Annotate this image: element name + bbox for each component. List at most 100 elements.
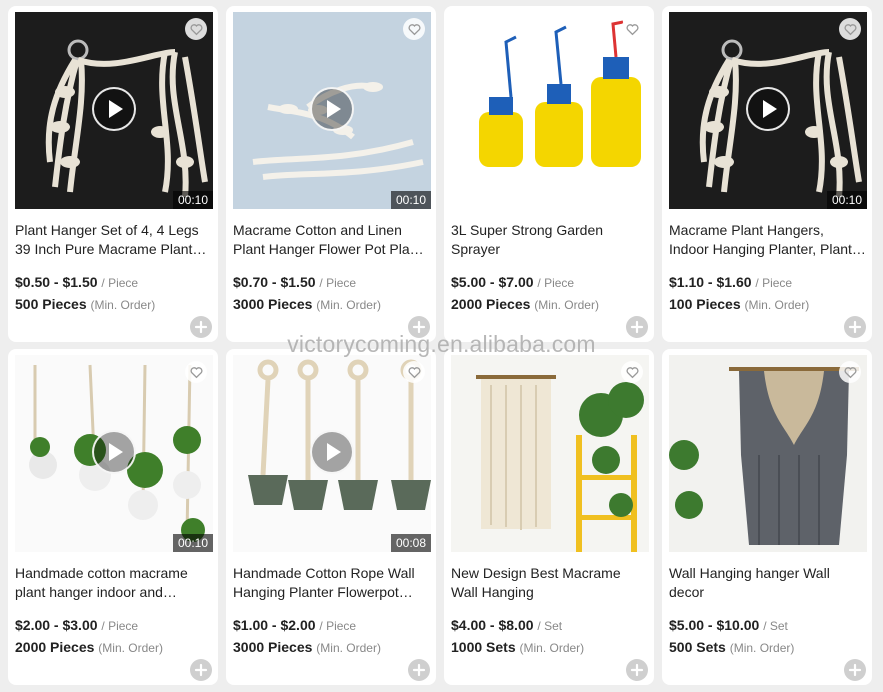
- favorite-button[interactable]: [839, 18, 861, 40]
- play-video-icon[interactable]: [746, 87, 790, 131]
- product-image[interactable]: 00:08: [233, 355, 431, 552]
- product-price: $4.00 - $8.00 / Set: [451, 617, 562, 633]
- product-title[interactable]: Macrame Plant Hangers, Indoor Hanging Pl…: [669, 221, 867, 259]
- price-unit: / Piece: [319, 619, 357, 633]
- product-card[interactable]: 00:10 Macrame Plant Hangers, Indoor Hang…: [662, 6, 872, 342]
- product-image[interactable]: 00:10: [669, 12, 867, 209]
- min-order: 2000 Pieces (Min. Order): [15, 639, 163, 655]
- price-range: $5.00 - $7.00: [451, 274, 534, 290]
- add-to-list-button[interactable]: [844, 316, 866, 338]
- product-title[interactable]: Wall Hanging hanger Wall decor: [669, 564, 867, 602]
- add-to-list-button[interactable]: [190, 659, 212, 681]
- product-photo: [669, 355, 867, 552]
- heart-icon: [844, 23, 856, 35]
- product-price: $0.50 - $1.50 / Piece: [15, 274, 138, 290]
- min-order: 3000 Pieces (Min. Order): [233, 296, 381, 312]
- product-grid: 00:10 Plant Hanger Set of 4, 4 Legs 39 I…: [8, 6, 872, 685]
- product-image[interactable]: [451, 355, 649, 552]
- price-unit: / Piece: [101, 276, 139, 290]
- min-order-note: (Min. Order): [534, 298, 599, 312]
- play-video-icon[interactable]: [310, 430, 354, 474]
- price-unit: / Set: [537, 619, 563, 633]
- product-card[interactable]: 3L Super Strong Garden Sprayer $5.00 - $…: [444, 6, 654, 342]
- favorite-button[interactable]: [839, 361, 861, 383]
- min-order-note: (Min. Order): [90, 298, 156, 312]
- play-video-icon[interactable]: [92, 430, 136, 474]
- plus-icon: [194, 663, 208, 677]
- heart-icon: [190, 23, 202, 35]
- heart-icon: [626, 23, 638, 35]
- price-range: $5.00 - $10.00: [669, 617, 760, 633]
- favorite-button[interactable]: [621, 18, 643, 40]
- price-unit: / Piece: [537, 276, 575, 290]
- product-title[interactable]: 3L Super Strong Garden Sprayer: [451, 221, 649, 259]
- video-duration: 00:10: [826, 191, 867, 209]
- price-range: $0.70 - $1.50: [233, 274, 316, 290]
- favorite-button[interactable]: [185, 18, 207, 40]
- product-card[interactable]: 00:08 Handmade Cotton Rope Wall Hanging …: [226, 349, 436, 685]
- product-title[interactable]: Handmade Cotton Rope Wall Hanging Plante…: [233, 564, 431, 602]
- price-range: $2.00 - $3.00: [15, 617, 98, 633]
- product-price: $0.70 - $1.50 / Piece: [233, 274, 356, 290]
- product-title[interactable]: New Design Best Macrame Wall Hanging: [451, 564, 649, 602]
- plus-icon: [848, 663, 862, 677]
- plus-icon: [848, 320, 862, 334]
- product-card[interactable]: 00:10 Macrame Cotton and Linen Plant Han…: [226, 6, 436, 342]
- heart-icon: [408, 23, 420, 35]
- price-range: $1.00 - $2.00: [233, 617, 316, 633]
- add-to-list-button[interactable]: [408, 316, 430, 338]
- product-image[interactable]: 00:10: [233, 12, 431, 209]
- min-order-quantity: 2000 Pieces: [15, 639, 95, 655]
- min-order-quantity: 2000 Pieces: [451, 296, 531, 312]
- add-to-list-button[interactable]: [190, 316, 212, 338]
- plus-icon: [630, 320, 644, 334]
- heart-icon: [408, 366, 420, 378]
- product-title[interactable]: Macrame Cotton and Linen Plant Hanger Fl…: [233, 221, 431, 259]
- min-order-quantity: 500 Pieces: [15, 296, 87, 312]
- product-price: $2.00 - $3.00 / Piece: [15, 617, 138, 633]
- product-card[interactable]: 00:10 Handmade cotton macrame plant hang…: [8, 349, 218, 685]
- price-unit: / Piece: [319, 276, 357, 290]
- video-duration: 00:08: [390, 534, 431, 552]
- add-to-list-button[interactable]: [844, 659, 866, 681]
- product-image[interactable]: 00:10: [15, 12, 213, 209]
- min-order: 500 Pieces (Min. Order): [15, 296, 155, 312]
- play-video-icon[interactable]: [92, 87, 136, 131]
- product-price: $1.10 - $1.60 / Piece: [669, 274, 792, 290]
- product-card[interactable]: 00:10 Plant Hanger Set of 4, 4 Legs 39 I…: [8, 6, 218, 342]
- favorite-button[interactable]: [403, 18, 425, 40]
- min-order: 3000 Pieces (Min. Order): [233, 639, 381, 655]
- price-range: $1.10 - $1.60: [669, 274, 752, 290]
- product-photo: [451, 355, 649, 552]
- min-order: 2000 Pieces (Min. Order): [451, 296, 599, 312]
- price-unit: / Piece: [101, 619, 139, 633]
- favorite-button[interactable]: [621, 361, 643, 383]
- price-range: $4.00 - $8.00: [451, 617, 534, 633]
- product-image[interactable]: [451, 12, 649, 209]
- product-price: $1.00 - $2.00 / Piece: [233, 617, 356, 633]
- favorite-button[interactable]: [403, 361, 425, 383]
- price-unit: / Set: [763, 619, 788, 633]
- add-to-list-button[interactable]: [626, 659, 648, 681]
- plus-icon: [194, 320, 208, 334]
- product-image[interactable]: 00:10: [15, 355, 213, 552]
- min-order-note: (Min. Order): [519, 641, 585, 655]
- min-order-quantity: 3000 Pieces: [233, 296, 313, 312]
- min-order-quantity: 1000 Sets: [451, 639, 516, 655]
- min-order-note: (Min. Order): [316, 641, 381, 655]
- min-order-quantity: 3000 Pieces: [233, 639, 313, 655]
- product-title[interactable]: Plant Hanger Set of 4, 4 Legs 39 Inch Pu…: [15, 221, 213, 259]
- add-to-list-button[interactable]: [408, 659, 430, 681]
- product-title[interactable]: Handmade cotton macrame plant hanger ind…: [15, 564, 213, 602]
- heart-icon: [626, 366, 638, 378]
- add-to-list-button[interactable]: [626, 316, 648, 338]
- product-image[interactable]: [669, 355, 867, 552]
- play-video-icon[interactable]: [310, 87, 354, 131]
- video-duration: 00:10: [172, 534, 213, 552]
- price-range: $0.50 - $1.50: [15, 274, 98, 290]
- favorite-button[interactable]: [185, 361, 207, 383]
- video-duration: 00:10: [172, 191, 213, 209]
- product-card[interactable]: New Design Best Macrame Wall Hanging $4.…: [444, 349, 654, 685]
- product-card[interactable]: Wall Hanging hanger Wall decor $5.00 - $…: [662, 349, 872, 685]
- product-photo: [451, 12, 649, 209]
